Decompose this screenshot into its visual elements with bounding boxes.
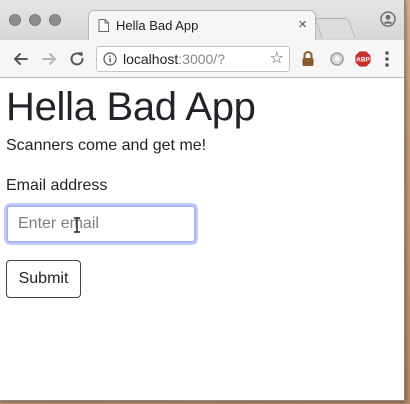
browser-toolbar: localhost:3000/? ☆ ABP (0, 40, 404, 78)
lock-icon[interactable] (299, 50, 317, 68)
email-input[interactable] (6, 205, 196, 243)
tab-hella-bad-app[interactable]: Hella Bad App × (88, 10, 316, 40)
page-content: Hella Bad App Scanners come and get me! … (0, 78, 404, 400)
url-host: localhost (123, 51, 179, 67)
address-bar[interactable]: localhost:3000/? ☆ (96, 46, 290, 72)
profile-icon[interactable] (380, 11, 396, 27)
page-title: Hella Bad App (6, 85, 256, 129)
page-tagline: Scanners come and get me! (6, 137, 207, 154)
i-beam-cursor-icon (74, 217, 80, 233)
forward-arrow-icon[interactable] (39, 49, 59, 69)
new-tab-button[interactable] (314, 18, 356, 38)
circle-extension-icon[interactable] (328, 50, 346, 68)
browser-window: Hella Bad App × localhost:3000/? ☆ ABP H… (0, 0, 405, 401)
tab-title: Hella Bad App (116, 18, 199, 33)
document-icon (98, 19, 109, 32)
url-text[interactable]: localhost:3000/? (123, 51, 225, 67)
kebab-menu-icon[interactable] (381, 50, 393, 68)
adblock-plus-icon[interactable]: ABP (354, 50, 372, 68)
window-maximize-button[interactable] (49, 14, 61, 26)
back-arrow-icon[interactable] (11, 49, 31, 69)
submit-button[interactable]: Submit (6, 260, 81, 298)
tab-close-icon[interactable]: × (298, 16, 307, 34)
info-icon[interactable] (103, 52, 117, 66)
tab-strip: Hella Bad App × (0, 0, 404, 40)
email-label: Email address (6, 177, 108, 194)
star-icon[interactable]: ☆ (270, 50, 284, 68)
url-path: :3000/? (178, 51, 225, 67)
reload-icon[interactable] (67, 49, 87, 69)
window-minimize-button[interactable] (29, 14, 41, 26)
window-close-button[interactable] (9, 14, 21, 26)
svg-text:ABP: ABP (356, 57, 370, 64)
